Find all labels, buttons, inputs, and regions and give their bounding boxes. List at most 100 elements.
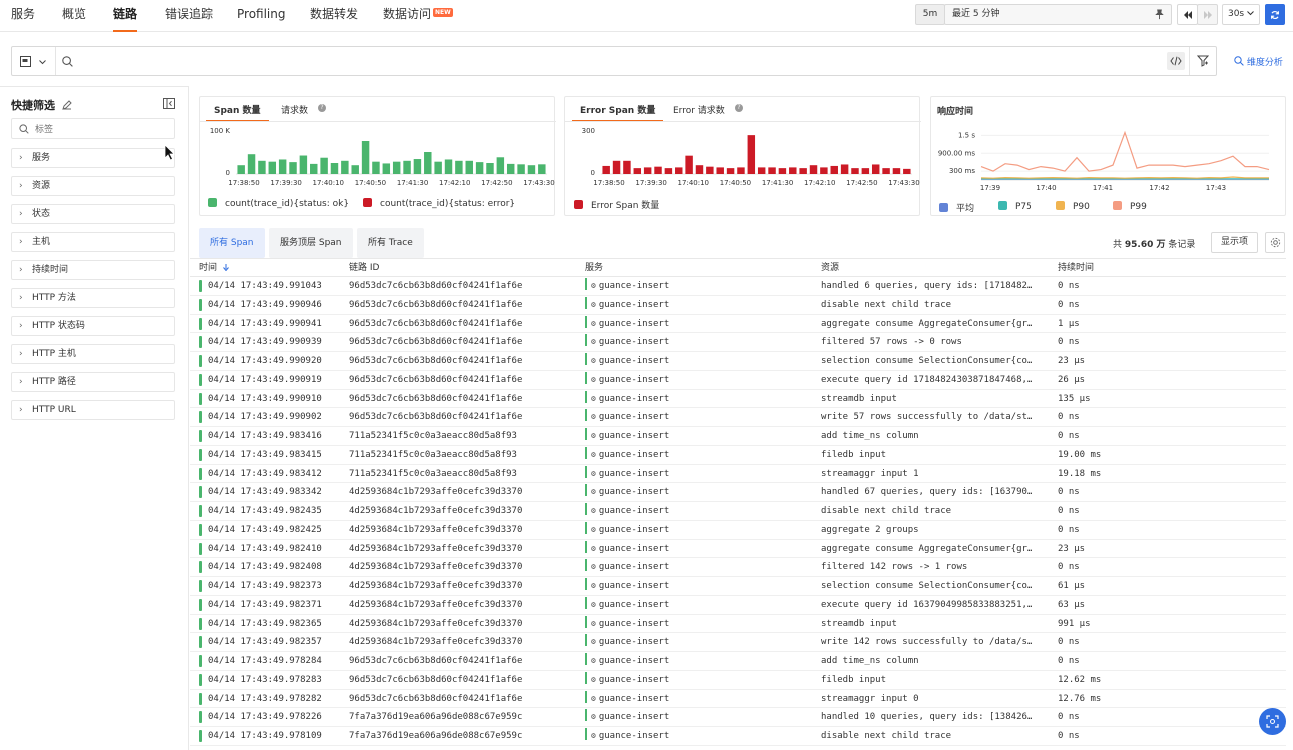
- table-row[interactable]: 04/14 17:43:49.990946 96d53dc7c6cb63b8d60…: [190, 296, 1286, 315]
- legend-p99[interactable]: P99: [1113, 201, 1147, 212]
- pin-icon[interactable]: [1154, 9, 1165, 28]
- service-name[interactable]: guance-insert: [599, 487, 669, 497]
- service-name[interactable]: guance-insert: [599, 375, 669, 385]
- legend-error[interactable]: count(trace_id){status: error}: [363, 198, 515, 209]
- tab-all-trace[interactable]: 所有 Trace: [357, 228, 424, 258]
- table-row[interactable]: 04/14 17:43:49.983415 711a52341f5c0c0a3ae…: [190, 446, 1286, 465]
- legend-p75[interactable]: P75: [998, 201, 1032, 212]
- tab-all-span[interactable]: 所有 Span: [199, 228, 265, 258]
- help-icon[interactable]: ?: [318, 104, 326, 112]
- table-row[interactable]: 04/14 17:43:49.982373 4d2593684c1b7293aff…: [190, 577, 1286, 596]
- col-header-trace-id[interactable]: 链路 ID: [349, 259, 379, 277]
- service-name[interactable]: guance-insert: [599, 731, 669, 741]
- table-row[interactable]: 04/14 17:43:49.982408 4d2593684c1b7293aff…: [190, 558, 1286, 577]
- assistant-button[interactable]: [1259, 708, 1286, 735]
- legend-avg[interactable]: 平均: [939, 201, 974, 214]
- display-items-button[interactable]: 显示项: [1211, 232, 1258, 253]
- filter-http-status-code[interactable]: › HTTP 状态码: [11, 316, 175, 336]
- table-row[interactable]: 04/14 17:43:49.990920 96d53dc7c6cb63b8d60…: [190, 352, 1286, 371]
- table-row[interactable]: 04/14 17:43:49.982357 4d2593684c1b7293aff…: [190, 633, 1286, 652]
- table-row[interactable]: 04/14 17:43:49.982365 4d2593684c1b7293aff…: [190, 615, 1286, 634]
- filter-status[interactable]: › 状态: [11, 204, 175, 224]
- service-name[interactable]: guance-insert: [599, 675, 669, 685]
- table-row[interactable]: 04/14 17:43:49.983342 4d2593684c1b7293aff…: [190, 483, 1286, 502]
- service-name[interactable]: guance-insert: [599, 300, 669, 310]
- table-row[interactable]: 04/14 17:43:49.990919 96d53dc7c6cb63b8d60…: [190, 371, 1286, 390]
- table-row[interactable]: 04/14 17:43:49.991043 96d53dc7c6cb63b8d60…: [190, 277, 1286, 296]
- service-name[interactable]: guance-insert: [599, 281, 669, 291]
- service-name[interactable]: guance-insert: [599, 431, 669, 441]
- col-header-resource[interactable]: 资源: [821, 259, 839, 277]
- filter-settings-icon[interactable]: [1197, 55, 1209, 67]
- table-row[interactable]: 04/14 17:43:49.983412 711a52341f5c0c0a3ae…: [190, 465, 1286, 484]
- search-input[interactable]: [80, 51, 1160, 71]
- tab-span-count[interactable]: Span 数量: [206, 103, 269, 122]
- service-name[interactable]: guance-insert: [599, 394, 669, 404]
- filter-http-method[interactable]: › HTTP 方法: [11, 288, 175, 308]
- service-name[interactable]: guance-insert: [599, 581, 669, 591]
- time-preset[interactable]: 5m: [915, 4, 945, 25]
- nav-tab-trace[interactable]: 链路: [113, 0, 138, 32]
- table-row[interactable]: 04/14 17:43:49.983416 711a52341f5c0c0a3ae…: [190, 427, 1286, 446]
- service-name[interactable]: guance-insert: [599, 525, 669, 535]
- tab-error-span-count[interactable]: Error Span 数量: [571, 103, 664, 122]
- service-name[interactable]: guance-insert: [599, 600, 669, 610]
- source-select[interactable]: [20, 55, 50, 69]
- tab-service-top-span[interactable]: 服务顶层 Span: [269, 228, 353, 258]
- col-header-time[interactable]: 时间: [199, 259, 229, 277]
- forward-button[interactable]: [1197, 4, 1218, 25]
- service-name[interactable]: guance-insert: [599, 544, 669, 554]
- col-header-duration[interactable]: 持续时间: [1058, 259, 1094, 277]
- legend-error-span[interactable]: Error Span 数量: [574, 198, 659, 211]
- table-row[interactable]: 04/14 17:43:49.978282 96d53dc7c6cb63b8d60…: [190, 690, 1286, 709]
- time-range-input[interactable]: 最近 5 分钟: [944, 4, 1172, 25]
- filter-service[interactable]: › 服务: [11, 148, 175, 168]
- nav-tab-data-forward[interactable]: 数据转发: [310, 0, 358, 32]
- nav-tab-profiling[interactable]: Profiling: [237, 0, 286, 32]
- filter-duration[interactable]: › 持续时间: [11, 260, 175, 280]
- nav-tab-overview[interactable]: 概览: [62, 0, 86, 32]
- tag-search-box[interactable]: [11, 118, 175, 139]
- service-name[interactable]: guance-insert: [599, 337, 669, 347]
- filter-http-path[interactable]: › HTTP 路径: [11, 372, 175, 392]
- service-name[interactable]: guance-insert: [599, 694, 669, 704]
- table-row[interactable]: 04/14 17:43:49.978283 96d53dc7c6cb63b8d60…: [190, 671, 1286, 690]
- table-row[interactable]: 04/14 17:43:49.990910 96d53dc7c6cb63b8d60…: [190, 390, 1286, 409]
- legend-ok[interactable]: count(trace_id){status: ok}: [208, 198, 349, 209]
- refresh-button[interactable]: [1265, 4, 1285, 25]
- service-name[interactable]: guance-insert: [599, 469, 669, 479]
- edit-icon[interactable]: [62, 100, 72, 110]
- service-name[interactable]: guance-insert: [599, 637, 669, 647]
- tag-search-input[interactable]: [35, 121, 170, 136]
- rewind-button[interactable]: [1177, 4, 1198, 25]
- refresh-interval-select[interactable]: 30s: [1222, 4, 1260, 25]
- table-row[interactable]: 04/14 17:43:49.978109 7fa7a376d19ea606a96…: [190, 727, 1286, 746]
- table-row[interactable]: 04/14 17:43:49.982435 4d2593684c1b7293aff…: [190, 502, 1286, 521]
- service-name[interactable]: guance-insert: [599, 619, 669, 629]
- table-row[interactable]: 04/14 17:43:49.982410 4d2593684c1b7293aff…: [190, 540, 1286, 559]
- table-row[interactable]: 04/14 17:43:49.978284 96d53dc7c6cb63b8d60…: [190, 652, 1286, 671]
- filter-host[interactable]: › 主机: [11, 232, 175, 252]
- service-name[interactable]: guance-insert: [599, 356, 669, 366]
- table-settings-button[interactable]: [1265, 232, 1285, 253]
- filter-resource[interactable]: › 资源: [11, 176, 175, 196]
- nav-tab-error-tracking[interactable]: 错误追踪: [165, 0, 213, 32]
- service-name[interactable]: guance-insert: [599, 319, 669, 329]
- service-name[interactable]: guance-insert: [599, 712, 669, 722]
- legend-p90[interactable]: P90: [1056, 201, 1090, 212]
- table-row[interactable]: 04/14 17:43:49.990902 96d53dc7c6cb63b8d60…: [190, 408, 1286, 427]
- service-name[interactable]: guance-insert: [599, 656, 669, 666]
- filter-http-url[interactable]: › HTTP URL: [11, 400, 175, 420]
- help-icon[interactable]: ?: [735, 104, 743, 112]
- service-name[interactable]: guance-insert: [599, 412, 669, 422]
- tab-error-request-count[interactable]: Error 请求数: [673, 103, 725, 121]
- tab-request-count[interactable]: 请求数: [281, 103, 308, 121]
- service-name[interactable]: guance-insert: [599, 450, 669, 460]
- nav-tab-service[interactable]: 服务: [11, 0, 35, 32]
- table-row[interactable]: 04/14 17:43:49.990941 96d53dc7c6cb63b8d60…: [190, 315, 1286, 334]
- nav-tab-data-access[interactable]: 数据访问 NEW: [383, 0, 453, 32]
- dimension-analysis-link[interactable]: 维度分析: [1234, 55, 1283, 68]
- table-row[interactable]: 04/14 17:43:49.982371 4d2593684c1b7293aff…: [190, 596, 1286, 615]
- service-name[interactable]: guance-insert: [599, 506, 669, 516]
- service-name[interactable]: guance-insert: [599, 562, 669, 572]
